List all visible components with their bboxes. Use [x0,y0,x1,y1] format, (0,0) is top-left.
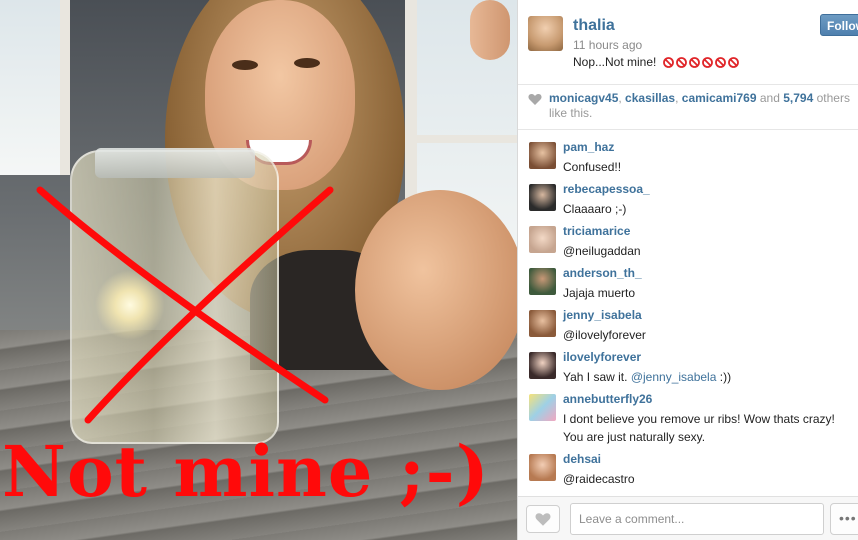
post-username[interactable]: thalia [573,17,615,35]
overlay-caption: Not mine ;-) [2,430,490,513]
comment-text: I dont believe you remove ur ribs! Wow t… [563,412,835,444]
post-sidebar: thalia 11 hours ago Nop...Not mine! Foll… [517,0,858,540]
comment-mention[interactable]: @jenny_isabela [631,370,717,384]
comment-mention[interactable]: @ilovelyforever [563,326,853,344]
avatar[interactable] [529,352,556,379]
comment-username[interactable]: ilovelyforever [563,350,641,364]
post-caption: Nop...Not mine! [573,55,739,69]
comment-text: Jajaja muerto [563,286,636,300]
comment-text-part: :)) [719,370,732,384]
comment-mention[interactable]: @neilugaddan [563,242,853,260]
likes-and: and [759,91,780,105]
comment-text: Claaaaro ;-) [563,202,627,216]
no-entry-icon [701,57,713,68]
heart-icon [528,94,542,105]
liker-link[interactable]: ckasillas [625,91,675,105]
comment-username[interactable]: anderson_th_ [563,266,642,280]
comment-username[interactable]: pam_haz [563,140,614,154]
post-timestamp[interactable]: 11 hours ago [573,38,642,52]
comment-username[interactable]: jenny_isabela [563,308,642,322]
follow-button[interactable]: Follow [820,14,858,36]
liker-link[interactable]: monicagv45 [549,91,618,105]
avatar[interactable] [528,16,563,51]
like-button[interactable] [526,505,560,533]
avatar[interactable] [529,310,556,337]
avatar[interactable] [529,394,556,421]
post-photo: Not mine ;-) [0,0,517,540]
no-entry-icon [675,57,687,68]
comment-username[interactable]: rebecapessoa_ [563,182,650,196]
comment-username[interactable]: dehsai [563,452,601,466]
comment-bar: ••• [518,496,858,540]
avatar[interactable] [529,454,556,481]
more-options-button[interactable]: ••• [830,503,858,535]
comment-text-part: Yah I saw it. [563,370,628,384]
liker-link[interactable]: camicami769 [682,91,757,105]
comment-list: pam_haz Confused!! rebecapessoa_ Claaaar… [518,130,858,496]
comment-text: Confused!! [563,160,622,174]
avatar[interactable] [529,142,556,169]
post-header: thalia 11 hours ago Nop...Not mine! Foll… [518,0,858,85]
no-entry-icon [714,57,726,68]
comment-mention[interactable]: @raidecastro [563,470,853,488]
no-entry-icon [688,57,700,68]
likes-count[interactable]: 5,794 [783,91,813,105]
caption-emoji-row [662,57,739,68]
avatar[interactable] [529,268,556,295]
likes-text: monicagv45, ckasillas, camicami769 and 5… [549,91,850,120]
comment-username[interactable]: triciamarice [563,224,630,238]
avatar[interactable] [529,226,556,253]
no-entry-icon [727,57,739,68]
likes-summary: monicagv45, ckasillas, camicami769 and 5… [518,85,858,130]
heart-icon [535,513,551,526]
no-entry-icon [662,57,674,68]
caption-text: Nop...Not mine! [573,55,657,69]
comment-text: Yah I saw it. @jenny_isabela :)) [563,368,853,386]
comment-input[interactable] [570,503,824,535]
avatar[interactable] [529,184,556,211]
comment-username[interactable]: annebutterfly26 [563,392,652,406]
